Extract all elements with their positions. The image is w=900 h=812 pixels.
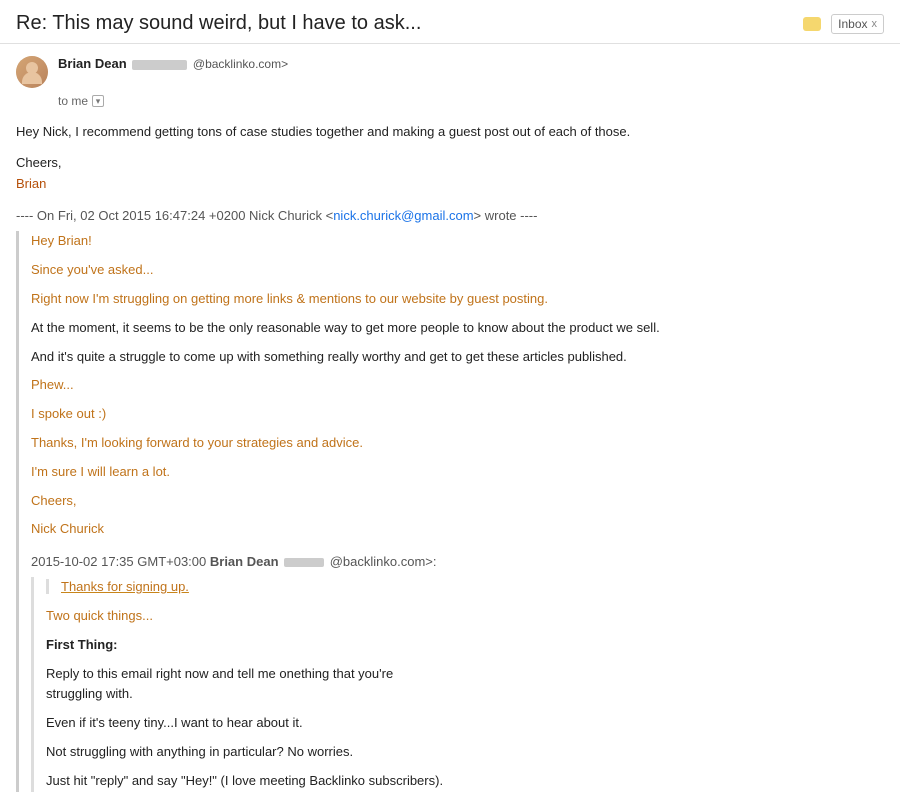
sender-info: Brian Dean @backlinko.com> xyxy=(58,56,884,71)
nested-domain: @backlinko.com>: xyxy=(326,554,436,569)
to-me-dropdown[interactable]: ▾ xyxy=(92,95,104,107)
nested-quote-meta: 2015-10-02 17:35 GMT+03:00 Brian Dean @b… xyxy=(31,554,884,569)
nick-cheers: Cheers, xyxy=(31,491,884,512)
nested-email-redacted xyxy=(284,558,324,567)
nested-two-things: Two quick things... xyxy=(46,608,153,623)
quote-email-link[interactable]: nick.churick@gmail.com xyxy=(333,208,473,223)
nested-sender-name: Brian Dean xyxy=(210,554,282,569)
nick-line-4: And it's quite a struggle to come up wit… xyxy=(31,347,884,368)
nick-line-3: At the moment, it seems to be the only r… xyxy=(31,318,884,339)
avatar xyxy=(16,56,48,88)
nick-signature: Nick Churick xyxy=(31,519,884,540)
inbox-badge[interactable]: Inbox x xyxy=(831,14,884,34)
nested-line-1: Thanks for signing up. xyxy=(46,577,884,598)
sender-email-redacted xyxy=(132,60,187,70)
nested-line-6: Not struggling with anything in particul… xyxy=(46,742,884,763)
email-body: Brian Dean @backlinko.com> to me ▾ Hey N… xyxy=(0,44,900,812)
nested-line-4: Reply to this email right now and tell m… xyxy=(46,664,884,706)
nested-thanks: Thanks for signing up. xyxy=(46,579,189,594)
sender-domain: @backlinko.com xyxy=(193,57,281,71)
quoted-block-nick: Hey Brian! Since you've asked... Right n… xyxy=(16,231,884,791)
quote-header-end: > wrote ---- xyxy=(474,208,538,223)
nested-meta-text: 2015-10-02 17:35 GMT+03:00 xyxy=(31,554,210,569)
nested-line-3: First Thing: xyxy=(46,635,884,656)
sender-name: Brian Dean xyxy=(58,56,127,71)
to-me-label: to me xyxy=(58,94,88,108)
nested-line-5: Even if it's teeny tiny...I want to hear… xyxy=(46,713,884,734)
inbox-label: Inbox xyxy=(838,17,867,31)
label-icon xyxy=(803,17,821,31)
main-content: Hey Nick, I recommend getting tons of ca… xyxy=(16,122,884,194)
to-me-row: to me ▾ xyxy=(58,94,884,108)
inbox-close-button[interactable]: x xyxy=(872,18,878,30)
nick-learn: I'm sure I will learn a lot. xyxy=(31,462,884,483)
quote-header: ---- On Fri, 02 Oct 2015 16:47:24 +0200 … xyxy=(16,208,884,223)
quote-header-text: ---- On Fri, 02 Oct 2015 16:47:24 +0200 … xyxy=(16,208,333,223)
email-header: Re: This may sound weird, but I have to … xyxy=(0,0,900,44)
email-window: Re: This may sound weird, but I have to … xyxy=(0,0,900,812)
nested-first-thing: First Thing: xyxy=(46,637,118,652)
nested-line-7: Just hit "reply" and say "Hey!" (I love … xyxy=(46,771,884,792)
nick-greeting: Hey Brian! xyxy=(31,231,884,252)
nested-line-2: Two quick things... xyxy=(46,606,884,627)
closing-text: Cheers, xyxy=(16,155,62,170)
nested-quote-block: Thanks for signing up. Two quick things.… xyxy=(31,577,884,791)
email-subject: Re: This may sound weird, but I have to … xyxy=(16,12,785,35)
signature-name: Brian xyxy=(16,176,46,191)
body-greeting: Hey Nick, I recommend getting tons of ca… xyxy=(16,122,884,143)
nick-spoke: I spoke out :) xyxy=(31,404,884,425)
nick-thanks: Thanks, I'm looking forward to your stra… xyxy=(31,433,884,454)
nick-line-2: Right now I'm struggling on getting more… xyxy=(31,289,884,310)
sender-email-domain: @backlinko.com> xyxy=(193,57,288,71)
nick-phew: Phew... xyxy=(31,375,884,396)
nick-line-1: Since you've asked... xyxy=(31,260,884,281)
body-closing: Cheers, Brian xyxy=(16,153,884,195)
avatar-image xyxy=(16,56,48,88)
sender-row: Brian Dean @backlinko.com> xyxy=(16,56,884,88)
